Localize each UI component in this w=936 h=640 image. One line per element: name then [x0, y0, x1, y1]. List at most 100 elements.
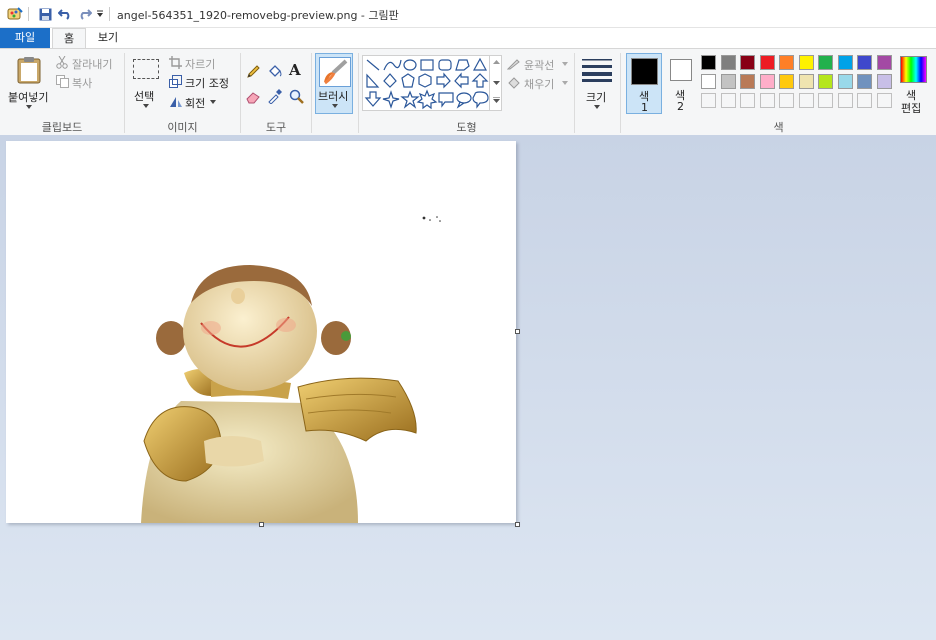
custom-color-slot[interactable]	[779, 93, 794, 108]
color1-button[interactable]: 색 1	[626, 53, 662, 114]
palette-color-swatch[interactable]	[759, 55, 775, 70]
custom-color-slot[interactable]	[857, 93, 872, 108]
brush-icon	[319, 57, 351, 87]
canvas-workspace[interactable]	[0, 135, 936, 640]
palette-color-swatch[interactable]	[720, 74, 736, 89]
save-icon[interactable]	[36, 5, 54, 23]
color2-button[interactable]: 색 2	[665, 53, 697, 114]
image-group-label: 이미지	[167, 121, 198, 134]
copy-label: 복사	[72, 77, 93, 90]
copy-icon	[56, 75, 69, 88]
fill-label: 채우기	[524, 78, 555, 91]
scroll-up-icon	[493, 60, 500, 64]
colors-group-label: 색	[773, 121, 784, 134]
custom-color-slot[interactable]	[876, 93, 892, 108]
outline-button[interactable]: 윤곽선	[507, 56, 571, 72]
size-label: 크기	[586, 91, 607, 104]
palette-color-swatch[interactable]	[876, 55, 892, 70]
palette-color-swatch[interactable]	[759, 74, 775, 89]
color-picker-icon[interactable]	[267, 89, 282, 104]
brushes-label: 브러시	[318, 90, 349, 103]
palette-color-swatch[interactable]	[798, 55, 814, 70]
chevron-down-icon	[562, 81, 568, 85]
paste-button[interactable]: 붙여넣기	[6, 53, 50, 115]
crop-button[interactable]: 자르기	[168, 55, 228, 71]
edit-colors-button[interactable]: 색 편집	[897, 53, 929, 115]
ribbon: 붙여넣기 잘라내기 복사 클립보드 선택 자르기 크기 조정 회전 이미지 A …	[0, 48, 936, 136]
customize-toolbar-icon[interactable]	[95, 5, 105, 23]
undo-icon[interactable]	[56, 5, 74, 23]
palette-color-swatch[interactable]	[740, 74, 755, 89]
magnifier-icon[interactable]	[289, 89, 304, 104]
color2-number: 2	[677, 100, 684, 113]
custom-color-slot[interactable]	[798, 93, 814, 108]
palette-color-swatch[interactable]	[837, 55, 853, 70]
custom-color-slot[interactable]	[740, 93, 755, 108]
resize-handle-corner[interactable]	[515, 522, 520, 527]
crop-icon	[169, 56, 182, 69]
shapes-scrollbar[interactable]	[489, 55, 503, 111]
palette-color-swatch[interactable]	[779, 74, 794, 89]
palette-color-swatch[interactable]	[837, 74, 853, 89]
ribbon-tabs: 파일 홈 보기	[0, 28, 936, 50]
divider	[109, 7, 110, 21]
brushes-button[interactable]: 브러시	[315, 53, 353, 114]
fill-bucket-icon[interactable]	[267, 63, 283, 79]
line-width-icon	[582, 59, 612, 82]
select-button[interactable]: 선택	[130, 55, 164, 115]
scissors-icon	[56, 56, 68, 69]
text-tool-icon[interactable]: A	[289, 61, 301, 79]
angel-figurine-image	[141, 216, 441, 523]
color2-swatch	[670, 59, 692, 81]
palette-color-swatch[interactable]	[720, 55, 736, 70]
redo-icon[interactable]	[76, 5, 94, 23]
tab-file[interactable]: 파일	[0, 28, 50, 48]
crop-label: 자르기	[185, 58, 216, 71]
outline-label: 윤곽선	[524, 59, 555, 72]
palette-color-swatch[interactable]	[876, 74, 892, 89]
custom-color-slot[interactable]	[818, 93, 833, 108]
resize-handle-bottom[interactable]	[259, 522, 264, 527]
clipboard-icon	[17, 57, 41, 84]
eraser-icon[interactable]	[246, 90, 262, 104]
palette-color-swatch[interactable]	[818, 74, 833, 89]
palette-color-swatch[interactable]	[798, 74, 814, 89]
custom-color-slot[interactable]	[720, 93, 736, 108]
rotate-button[interactable]: 회전	[168, 94, 224, 110]
pencil-icon[interactable]	[246, 64, 261, 79]
palette-color-swatch[interactable]	[779, 55, 794, 70]
size-button[interactable]: 크기	[579, 53, 615, 115]
custom-color-slot[interactable]	[837, 93, 853, 108]
color1-swatch	[631, 58, 658, 85]
resize-button[interactable]: 크기 조정	[168, 74, 236, 90]
chevron-down-icon	[143, 104, 149, 108]
palette-color-swatch[interactable]	[701, 55, 716, 70]
shapes-icons	[364, 57, 489, 110]
chevron-down-icon	[562, 62, 568, 66]
palette-color-swatch[interactable]	[857, 74, 872, 89]
resize-handle-right[interactable]	[515, 329, 520, 334]
image-canvas[interactable]	[6, 141, 516, 523]
palette-color-swatch[interactable]	[857, 55, 872, 70]
color-spectrum-icon	[900, 56, 927, 83]
divider	[28, 7, 29, 21]
fill-button[interactable]: 채우기	[507, 75, 571, 91]
custom-color-slot[interactable]	[701, 93, 716, 108]
palette-color-swatch[interactable]	[740, 55, 755, 70]
rotate-icon	[170, 97, 182, 107]
shapes-group-label: 도형	[456, 121, 477, 134]
tab-home[interactable]: 홈	[52, 28, 86, 50]
chevron-down-icon	[594, 105, 600, 109]
paint-app-icon[interactable]	[6, 5, 24, 23]
chevron-down-icon	[332, 104, 338, 108]
palette-color-swatch[interactable]	[818, 55, 833, 70]
palette-color-swatch[interactable]	[701, 74, 716, 89]
tab-view[interactable]: 보기	[90, 28, 126, 48]
cut-button[interactable]: 잘라내기	[55, 55, 121, 71]
scroll-down-icon	[493, 81, 500, 85]
fill-icon	[508, 77, 520, 89]
divider	[574, 53, 575, 133]
copy-button[interactable]: 복사	[55, 74, 115, 90]
custom-color-slot[interactable]	[759, 93, 775, 108]
shapes-gallery[interactable]	[362, 55, 502, 111]
